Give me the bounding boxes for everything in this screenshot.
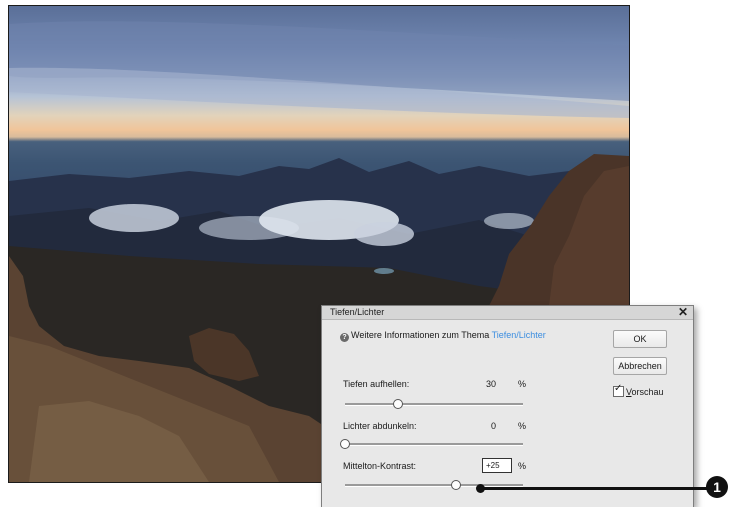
preview-checkbox-row[interactable]: ✓ Vorschau (613, 383, 664, 397)
callout-line (481, 487, 707, 490)
info-text: Weitere Informationen zum Thema (351, 330, 492, 340)
shadows-label: Tiefen aufhellen: (343, 379, 410, 389)
dialog-title: Tiefen/Lichter (330, 307, 385, 317)
highlights-label: Lichter abdunkeln: (343, 421, 417, 431)
close-icon[interactable]: ✕ (677, 305, 689, 319)
midtone-contrast-slider-thumb[interactable] (451, 480, 462, 490)
info-link[interactable]: Tiefen/Lichter (492, 330, 546, 340)
midtone-contrast-unit: % (518, 461, 527, 471)
shadows-highlights-dialog: Tiefen/Lichter ✕ ? Weitere Informationen … (321, 305, 694, 507)
highlights-slider-track[interactable] (345, 443, 523, 446)
info-row: ? Weitere Informationen zum Thema Tiefen/… (340, 330, 546, 342)
highlights-slider-thumb[interactable] (340, 439, 350, 449)
checkmark-icon: ✓ (614, 383, 623, 394)
highlights-unit: % (518, 421, 527, 431)
preview-label: Vorschau (626, 387, 664, 397)
callout-badge: 1 (706, 476, 728, 498)
ok-button[interactable]: OK (613, 330, 667, 348)
midtone-contrast-label: Mittelton-Kontrast: (343, 461, 417, 471)
help-icon[interactable]: ? (340, 333, 349, 342)
shadows-slider-track[interactable] (345, 403, 523, 406)
shadows-slider-thumb[interactable] (393, 399, 404, 409)
highlights-value: 0 (490, 421, 496, 431)
shadows-value: 30 (485, 379, 496, 389)
midtone-contrast-field[interactable]: +25 (482, 458, 512, 473)
callout-dot (476, 484, 485, 493)
cancel-button[interactable]: Abbrechen (613, 357, 667, 375)
shadows-unit: % (518, 379, 527, 389)
preview-checkbox[interactable]: ✓ (613, 383, 624, 397)
dialog-titlebar[interactable]: Tiefen/Lichter ✕ (322, 305, 693, 320)
